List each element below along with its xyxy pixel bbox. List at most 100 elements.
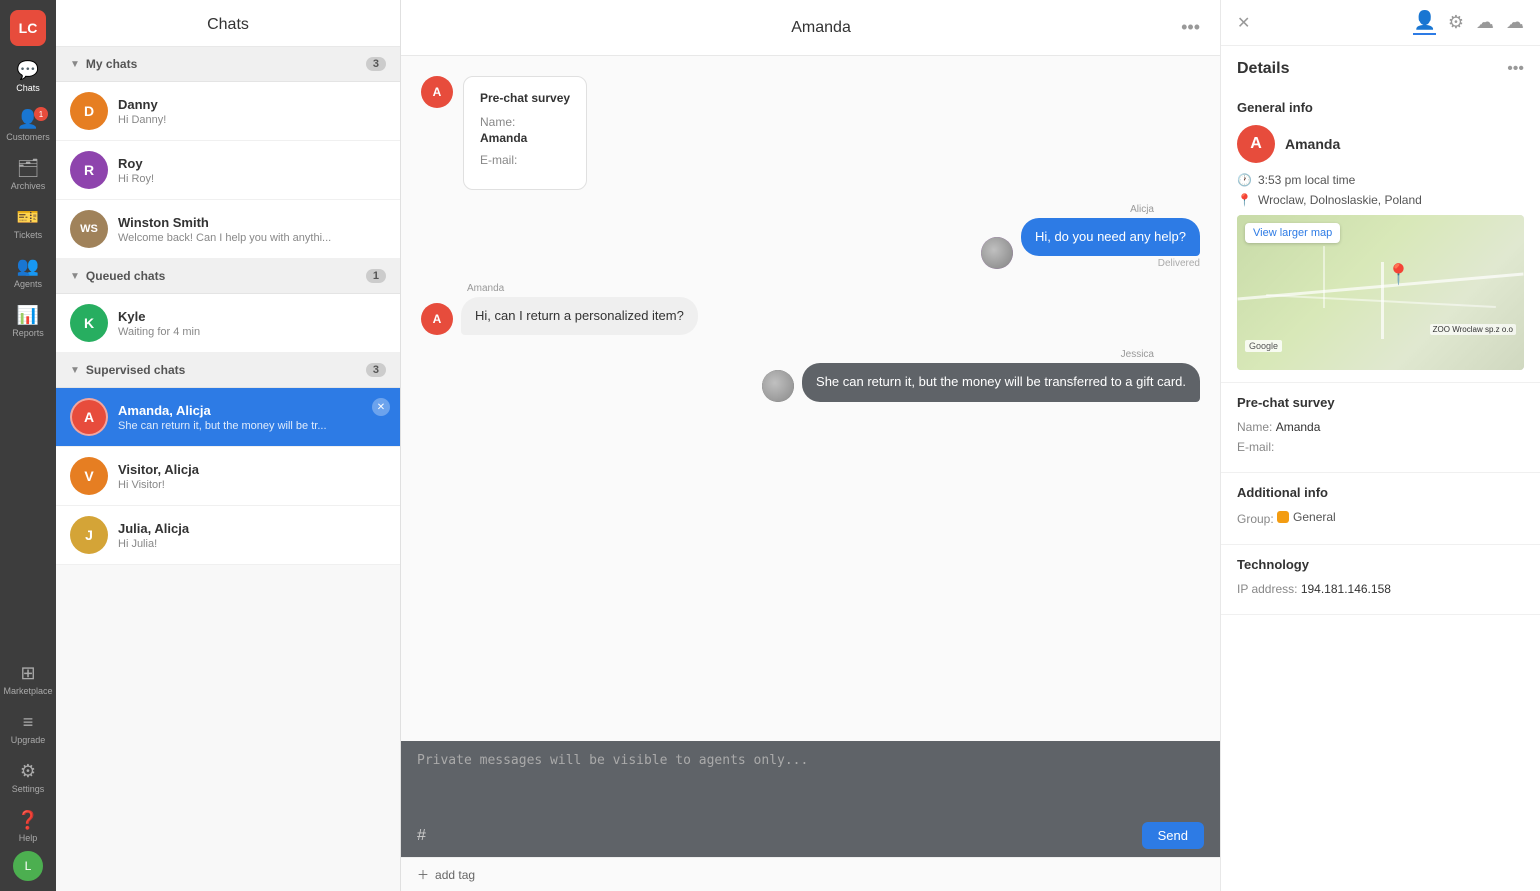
user-avatar[interactable]: L xyxy=(13,851,43,881)
supervised-chats-section-header[interactable]: ▼ Supervised chats 3 xyxy=(56,353,400,388)
chat-preview-amanda-alicja: She can return it, but the money will be… xyxy=(118,420,386,432)
agents-icon: 👥 xyxy=(17,256,39,277)
bubble-alicja: Hi, do you need any help? xyxy=(1021,218,1200,256)
panel-tab-salesforce[interactable]: ☁ xyxy=(1506,12,1524,33)
queued-chats-count: 1 xyxy=(366,269,386,283)
location-text: Wroclaw, Dolnoslaskie, Poland xyxy=(1258,193,1422,207)
queued-chats-section-header[interactable]: ▼ Queued chats 1 xyxy=(56,259,400,294)
avatar-roy: R xyxy=(70,151,108,189)
nav-item-tickets[interactable]: 🎫 Tickets xyxy=(0,199,56,248)
sender-label-amanda: Amanda xyxy=(467,283,1200,294)
reports-icon: 📊 xyxy=(17,305,39,326)
panel-customer-avatar: A xyxy=(1237,125,1275,163)
chat-preview-roy: Hi Roy! xyxy=(118,173,386,185)
chat-more-button[interactable]: ••• xyxy=(1181,17,1200,38)
local-time: 3:53 pm local time xyxy=(1258,173,1355,187)
view-larger-map-button[interactable]: View larger map xyxy=(1245,223,1340,243)
send-button[interactable]: Send xyxy=(1142,822,1204,849)
group-row: Group: General xyxy=(1237,510,1524,526)
panel-tab-person[interactable]: 👤 xyxy=(1413,10,1435,35)
nav-item-archives[interactable]: 🗂 Archives xyxy=(0,150,56,199)
details-title: Details xyxy=(1237,60,1289,78)
message-alicja: Alicja Hi, do you need any help? Deliver… xyxy=(421,204,1200,269)
chat-item-amanda-alicja[interactable]: A Amanda, Alicja She can return it, but … xyxy=(56,388,400,447)
details-more-button[interactable]: ••• xyxy=(1507,60,1524,78)
bubble-jessica: She can return it, but the money will be… xyxy=(802,363,1200,401)
prechat-email-label: E-mail: xyxy=(480,153,570,167)
survey-email-row: E-mail: xyxy=(1237,440,1524,454)
sender-label-jessica: Jessica xyxy=(421,349,1154,360)
chat-preview-winston: Welcome back! Can I help you with anythi… xyxy=(118,232,386,244)
nav-item-settings[interactable]: ⚙ Settings xyxy=(0,753,56,802)
zoo-label: ZOO Wroclaw sp.z o.o xyxy=(1430,324,1516,335)
chat-item-danny[interactable]: D Danny Hi Danny! xyxy=(56,82,400,141)
chat-info-visitor: Visitor, Alicja Hi Visitor! xyxy=(118,462,386,491)
general-info-title: General info xyxy=(1237,100,1524,115)
chat-item-visitor-alicja[interactable]: V Visitor, Alicja Hi Visitor! xyxy=(56,447,400,506)
chat-item-kyle[interactable]: K Kyle Waiting for 4 min xyxy=(56,294,400,353)
group-dot xyxy=(1277,511,1289,523)
chat-item-winston[interactable]: WS Winston Smith Welcome back! Can I hel… xyxy=(56,200,400,259)
prechat-name-value: Amanda xyxy=(480,131,570,145)
message-jessica: Jessica She can return it, but the money… xyxy=(421,349,1200,401)
map-background: ZOO Wroclaw sp.z o.o 📍 Google View large… xyxy=(1237,215,1524,370)
nav-item-customers[interactable]: 👤 Customers 1 xyxy=(0,101,56,150)
nav-item-chats[interactable]: 💬 Chats xyxy=(0,52,56,101)
details-header: Details ••• xyxy=(1221,46,1540,88)
plus-icon: ＋ xyxy=(417,866,429,883)
panel-tab-widget[interactable]: ⚙ xyxy=(1448,12,1464,33)
settings-icon: ⚙ xyxy=(20,761,36,782)
additional-info-title: Additional info xyxy=(1237,485,1524,500)
map-pin: 📍 xyxy=(1386,262,1411,287)
nav-item-agents[interactable]: 👥 Agents xyxy=(0,248,56,297)
nav-item-upgrade[interactable]: ≡ Upgrade xyxy=(0,704,56,753)
panel-close-button[interactable]: ✕ xyxy=(1237,13,1250,33)
supervised-chats-count: 3 xyxy=(366,363,386,377)
chat-info-kyle: Kyle Waiting for 4 min xyxy=(118,309,386,338)
sender-label-alicja: Alicja xyxy=(421,204,1154,215)
hash-button[interactable]: # xyxy=(417,827,426,845)
avatar-winston: WS xyxy=(70,210,108,248)
general-info-section: General info A Amanda 🕐 3:53 pm local ti… xyxy=(1221,88,1540,383)
marketplace-icon: ⊞ xyxy=(20,663,35,684)
close-chat-button[interactable]: ✕ xyxy=(372,398,390,416)
right-panel: ✕ 👤 ⚙ ☁ ☁ Details ••• General info A Ama… xyxy=(1220,0,1540,891)
bubble-amanda: Hi, can I return a personalized item? xyxy=(461,297,698,335)
left-navigation: LC 💬 Chats 👤 Customers 1 🗂 Archives 🎫 Ti… xyxy=(0,0,56,891)
my-chats-chevron: ▼ xyxy=(70,59,80,70)
prechat-survey-section-title: Pre-chat survey xyxy=(1237,395,1524,410)
main-chat-window: Amanda ••• A Pre-chat survey Name: Amand… xyxy=(401,0,1220,891)
prechat-email-field: E-mail: xyxy=(480,153,570,167)
nav-item-reports[interactable]: 📊 Reports xyxy=(0,297,56,346)
queued-chats-chevron: ▼ xyxy=(70,271,80,282)
nav-item-help[interactable]: ❓ Help xyxy=(0,802,56,851)
chat-header-title: Amanda xyxy=(791,19,851,37)
chat-item-julia-alicja[interactable]: J Julia, Alicja Hi Julia! xyxy=(56,506,400,565)
message-input[interactable] xyxy=(417,753,1204,813)
avatar-kyle: K xyxy=(70,304,108,342)
google-maps-logo: Google xyxy=(1245,340,1282,352)
chat-name-winston: Winston Smith xyxy=(118,215,386,230)
add-tag-row[interactable]: ＋ add tag xyxy=(401,857,1220,891)
chat-info-winston: Winston Smith Welcome back! Can I help y… xyxy=(118,215,386,244)
chat-info-amanda: Amanda, Alicja She can return it, but th… xyxy=(118,403,386,432)
group-label: Group: xyxy=(1237,512,1274,526)
prechat-avatar: A xyxy=(421,76,453,108)
chat-input-area: # Send xyxy=(401,741,1220,857)
chat-name-danny: Danny xyxy=(118,97,386,112)
delivered-label: Delivered xyxy=(1021,258,1200,269)
chat-info-danny: Danny Hi Danny! xyxy=(118,97,386,126)
add-tag-label: add tag xyxy=(435,868,475,882)
my-chats-section-header[interactable]: ▼ My chats 3 xyxy=(56,47,400,82)
avatar-visitor-alicja: V xyxy=(70,457,108,495)
info-row-time: 🕐 3:53 pm local time xyxy=(1237,173,1524,187)
chat-name-julia-alicja: Julia, Alicja xyxy=(118,521,386,536)
chat-list-header: Chats xyxy=(56,0,400,47)
help-icon: ❓ xyxy=(17,810,39,831)
panel-tab-cloud[interactable]: ☁ xyxy=(1476,12,1494,33)
nav-item-marketplace[interactable]: ⊞ Marketplace xyxy=(0,655,56,704)
upgrade-icon: ≡ xyxy=(23,712,34,733)
msg-row-jessica: She can return it, but the money will be… xyxy=(421,363,1200,401)
map-container: ZOO Wroclaw sp.z o.o 📍 Google View large… xyxy=(1237,215,1524,370)
chat-item-roy[interactable]: R Roy Hi Roy! xyxy=(56,141,400,200)
